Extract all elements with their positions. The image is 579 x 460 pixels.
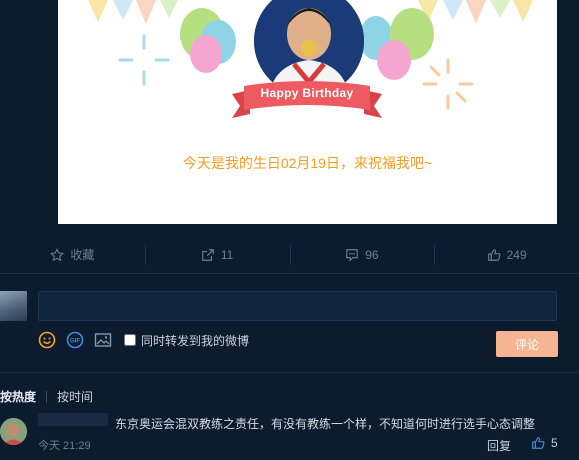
tab-sort-by-time[interactable]: 按时间: [57, 388, 93, 405]
repost-label-text: 同时转发到我的微博: [141, 333, 250, 348]
comment-sort-tabs: 按热度 按时间: [0, 388, 93, 405]
ribbon-text: Happy Birthday: [260, 86, 354, 100]
tab-sort-by-hot[interactable]: 按热度: [0, 388, 36, 405]
thumbs-up-icon: [532, 437, 545, 449]
favorite-button[interactable]: 收藏: [0, 236, 145, 273]
comment-text: 东京奥运会混双教练之责任，有没有教练一个样，不知道何时进行选手心态调整: [115, 417, 536, 431]
birthday-ribbon: [232, 81, 382, 118]
share-icon: [202, 248, 214, 261]
comment-timestamp: 今天 21:29: [38, 440, 91, 452]
repost-checkbox-label[interactable]: 同时转发到我的微博: [124, 332, 249, 349]
comment-like-count: 5: [551, 436, 558, 450]
birthday-wish-text: 今天是我的生日02月19日，来祝福我吧~: [182, 155, 433, 171]
post-action-bar: 收藏 11 96 249: [0, 236, 579, 274]
like-icon: [487, 248, 501, 261]
reply-button[interactable]: 回复: [487, 437, 511, 454]
repost-count: 11: [220, 247, 234, 262]
star-icon: [50, 247, 65, 261]
tab-separator: [46, 390, 48, 403]
composer-toolbar: GIF 同时转发到我的微博: [38, 330, 249, 350]
commenter-avatar[interactable]: [0, 418, 27, 445]
current-user-avatar: [0, 291, 27, 321]
like-count: 249: [506, 247, 527, 262]
comment-like-button[interactable]: 5: [531, 436, 558, 450]
favorite-label: 收藏: [70, 248, 95, 262]
submit-comment-button[interactable]: 评论: [496, 331, 558, 357]
comment-input[interactable]: [38, 291, 557, 321]
repost-checkbox[interactable]: [124, 334, 136, 346]
image-icon[interactable]: [94, 331, 112, 349]
svg-text:GIF: GIF: [70, 339, 80, 345]
repost-button[interactable]: 11: [144, 236, 290, 273]
emoji-icon[interactable]: [38, 331, 56, 349]
section-divider: [0, 372, 579, 373]
comment-icon: [346, 248, 359, 262]
commenter-name-redacted[interactable]: [38, 413, 108, 426]
like-button[interactable]: 249: [434, 236, 579, 273]
comment-count: 96: [365, 247, 379, 262]
gif-icon[interactable]: GIF: [66, 331, 84, 349]
birthday-card: Happy Birthday 今天是我的生日02月19日，来祝福我吧~: [58, 0, 557, 224]
comment-button[interactable]: 96: [289, 236, 435, 273]
